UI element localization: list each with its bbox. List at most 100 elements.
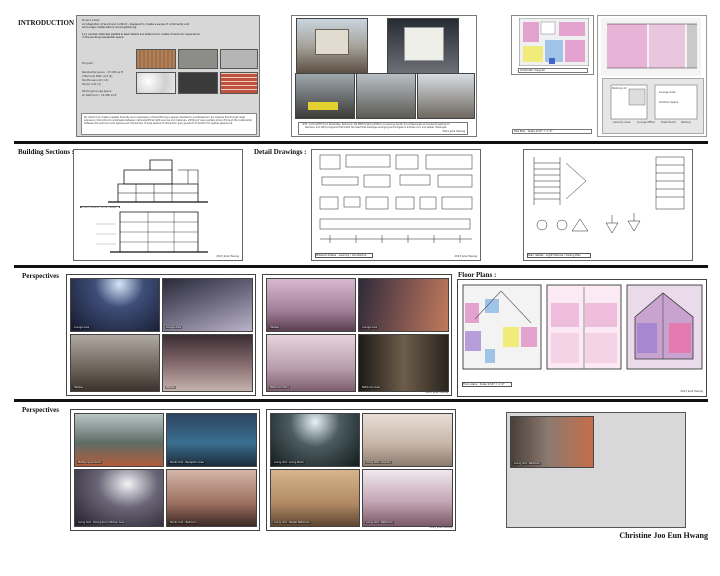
introduction-text-panel: Project intent: A) Integration of work a… xyxy=(76,15,260,137)
bedroom-render-panel: Living Unit - Bedroom xyxy=(506,412,686,528)
perspective-render: Lounge Area xyxy=(70,278,160,332)
perspective-render: Lounge Area xyxy=(162,278,253,332)
render-label: Lounge Area xyxy=(73,326,91,329)
stamp: 2013 Julie Hwang xyxy=(425,391,448,394)
site-plan-label: Parking Lot xyxy=(612,87,627,90)
millwork-detail-drawing xyxy=(316,153,478,251)
site-photo-caption: SITE : 1001 SIXTH Hoon Street Bay, Redmo… xyxy=(298,122,468,135)
building-massing xyxy=(404,27,444,61)
section-divider xyxy=(14,265,708,268)
building-massing xyxy=(315,29,349,55)
material-swatch-metal xyxy=(220,49,258,69)
program-title: Program: xyxy=(82,62,94,65)
render-label: Hallway xyxy=(269,326,281,329)
intro-statement: My intent is to create a spatial diversi… xyxy=(81,113,257,135)
building-section-drawing-lower xyxy=(78,208,238,256)
stamp: 2013 Julie Hwang xyxy=(454,255,477,258)
stair-details-panel: Stair details : Light fixtures / Ceiling… xyxy=(523,149,693,261)
axonometric-model-photo xyxy=(387,18,459,74)
stair-detail-caption: Stair details : Light fixtures / Ceiling… xyxy=(527,253,591,258)
perspective-render: Living Unit - Bathroom xyxy=(362,469,453,527)
render-label: Lounge Area xyxy=(361,326,379,329)
render-label: Living Unit - Living Room xyxy=(273,461,305,464)
program-item: 2 Bed and Bath unit (4) xyxy=(82,75,113,78)
render-label: Living Unit - Bathroom xyxy=(365,521,394,524)
materials-text: b) a neutral materials palette & best de… xyxy=(82,33,200,40)
site-photos-panel: SITE : 1001 SIXTH Hoon Street Bay, Redmo… xyxy=(291,15,477,137)
perspective-render: Hallway xyxy=(266,278,356,332)
interior-photo-3 xyxy=(417,73,475,119)
material-swatch-brick xyxy=(220,72,258,94)
millwork-details-panel: Millwork details - Laundry / Countertop … xyxy=(311,149,481,261)
material-swatch-marble xyxy=(136,72,176,94)
render-label: Living Unit - Laundry xyxy=(365,461,392,464)
section-sketch xyxy=(601,18,701,76)
project-intent-title: Project intent: xyxy=(82,19,101,22)
floor-plan-level-3 xyxy=(625,283,704,371)
render-label: Bathroom Entry xyxy=(269,386,290,389)
building-sections-panel: Section Detail : Scale 3/32" 2013 Julie … xyxy=(73,149,243,261)
render-label: Studio Unit - Bedroom xyxy=(169,521,198,524)
site-plan-caption: Site Plan : Scale 1/32" = 1'-0" xyxy=(512,129,592,134)
site-plan-label: Outdoor Space xyxy=(659,101,679,104)
site-plan-label: Parking xyxy=(681,121,691,124)
render-label: Hallway xyxy=(73,386,85,389)
floor-plan-level-1 xyxy=(461,283,543,371)
schematic-diagram-panel: Schematic diagram xyxy=(511,15,594,75)
stamp: 2013 Julie Hwang xyxy=(216,255,239,258)
lounge-item: w/ bathroom : 15,000 sq.ft xyxy=(82,94,117,97)
site-plan-panel: Parking Lot Lounge Area Outdoor Space La… xyxy=(512,15,707,137)
render-label: Living Unit - Master Bathroom xyxy=(273,521,311,524)
section-divider xyxy=(14,399,708,402)
render-label: Living Unit - Dining Room Kitchen Area xyxy=(77,521,126,524)
perspective-render: Living Unit - Living Room xyxy=(270,413,360,467)
render-label: Studio Unit - Reception Area xyxy=(169,461,205,464)
site-plan: Parking Lot Lounge Area Outdoor Space La… xyxy=(602,78,704,134)
floor-plans-caption: Floor plans : Scale 1/16" = 1'-0" xyxy=(462,382,512,387)
render-label: Living Unit - Bedroom xyxy=(513,462,541,465)
perspective-render: Living Unit - Master Bathroom xyxy=(270,469,360,527)
building-sections-heading: Building Sections : xyxy=(18,148,75,156)
interior-photo-2 xyxy=(356,73,416,119)
floor-plans-heading: Floor Plans : xyxy=(458,271,497,279)
lounge-title: Working/Lounge space xyxy=(82,90,112,93)
perspectives-heading: Perspectives xyxy=(22,406,59,414)
render-label: Multipurpose Room xyxy=(77,461,103,464)
perspectives-heading: Perspectives xyxy=(22,272,59,280)
perspectives-panel-left: Lounge Area Lounge Area Hallway Kitchen xyxy=(66,274,256,396)
author-name: Christine Joo Eun Hwang xyxy=(619,531,708,540)
program-item: Penthouse unit (1.4) xyxy=(82,79,109,82)
perspective-render: Bathroom Area xyxy=(358,334,449,392)
project-intent-text: A) Integration of work and comfort - des… xyxy=(82,23,190,30)
yellow-chairs xyxy=(308,102,338,110)
site-plan-label: Laundry Area xyxy=(613,121,631,124)
render-label: Lounge Area xyxy=(165,326,183,329)
perspective-render: Multipurpose Room xyxy=(74,413,164,467)
stamp: 2013 Julie Hwang xyxy=(680,390,703,393)
building-section-drawing-upper xyxy=(78,154,238,204)
introduction-heading: INTRODUCTION : xyxy=(18,19,79,27)
interior-photo-1 xyxy=(295,73,355,119)
detail-drawings-heading: Detail Drawings : xyxy=(254,148,307,156)
site-plan-label: Lounge Area xyxy=(659,91,676,94)
floor-plan-level-2 xyxy=(545,283,623,371)
material-swatch-concrete xyxy=(178,49,218,69)
stair-detail-drawing xyxy=(528,153,690,251)
site-plan-label: Trash Room xyxy=(661,121,677,124)
millwork-detail-caption: Millwork details - Laundry / Countertop xyxy=(315,253,373,258)
render-label: Bathroom Area xyxy=(361,386,382,389)
floor-plans-panel: Floor plans : Scale 1/16" = 1'-0" 2013 J… xyxy=(457,279,707,397)
stamp: 2013 Julie Hwang xyxy=(442,130,465,133)
program-item: Residential space : 27,000 sq.ft xyxy=(82,71,123,74)
schematic-diagram-caption: Schematic diagram xyxy=(518,68,588,73)
perspectives-panel-right: Hallway Lounge Area Bathroom Entry Bathr… xyxy=(262,274,452,396)
section-divider xyxy=(14,141,708,144)
perspective-render: Living Unit - Dining Room Kitchen Area xyxy=(74,469,164,527)
perspectives-panel-right: Living Unit - Living Room Living Unit - … xyxy=(266,409,456,531)
program-item: Studio Unit (3) xyxy=(82,83,101,86)
perspective-render: Lounge Area xyxy=(358,278,449,332)
material-swatch-wood xyxy=(136,49,176,69)
material-swatch-stone xyxy=(178,72,218,94)
exterior-model-photo xyxy=(296,18,368,74)
render-label: Kitchen xyxy=(165,386,176,389)
